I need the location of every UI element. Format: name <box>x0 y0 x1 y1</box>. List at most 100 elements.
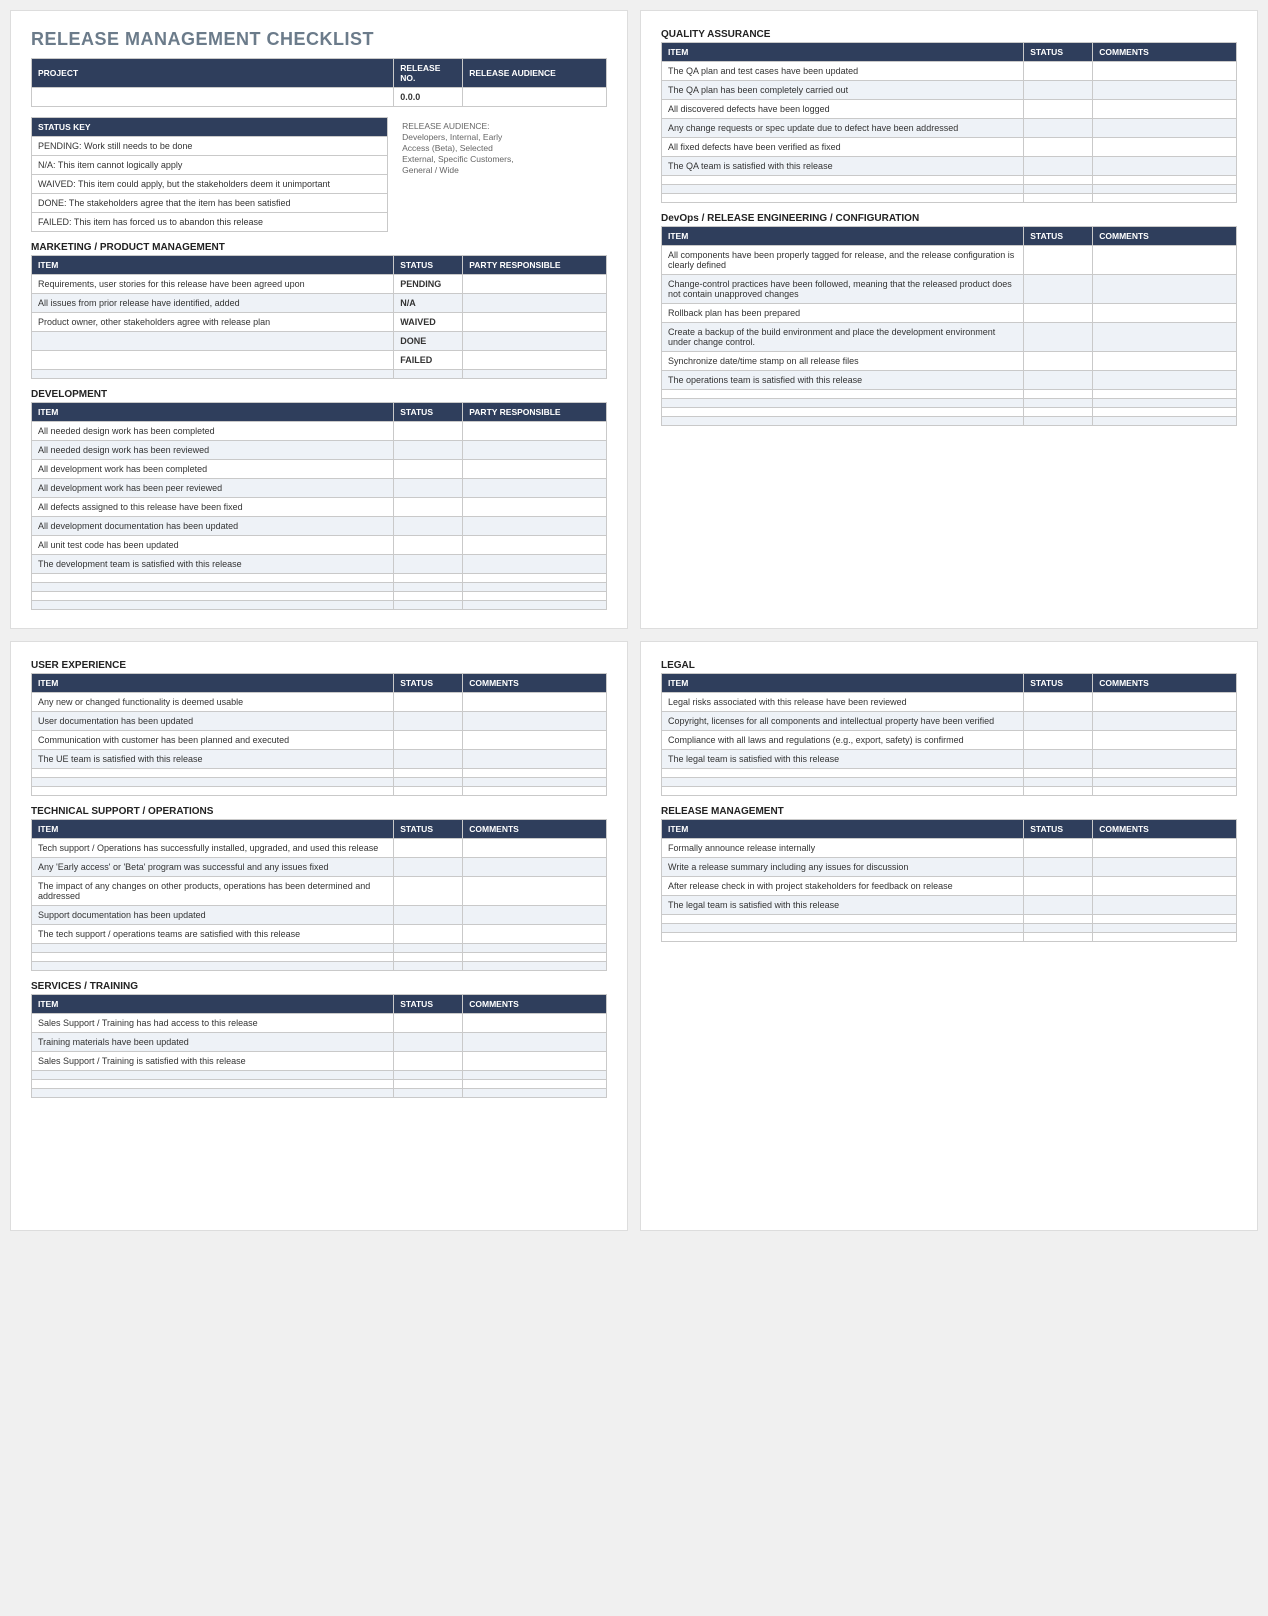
comments-cell[interactable] <box>1093 138 1237 157</box>
status-cell[interactable] <box>394 962 463 971</box>
party-cell[interactable] <box>463 517 607 536</box>
item-cell[interactable]: Any change requests or spec update due t… <box>662 119 1024 138</box>
status-cell[interactable] <box>394 517 463 536</box>
comments-cell[interactable] <box>463 778 607 787</box>
comments-cell[interactable] <box>463 925 607 944</box>
status-cell[interactable] <box>394 787 463 796</box>
item-cell[interactable]: Rollback plan has been prepared <box>662 304 1024 323</box>
item-cell[interactable] <box>32 787 394 796</box>
item-cell[interactable]: Change-control practices have been follo… <box>662 275 1024 304</box>
comments-cell[interactable] <box>463 693 607 712</box>
comments-cell[interactable] <box>1093 246 1237 275</box>
item-cell[interactable] <box>662 399 1024 408</box>
party-cell[interactable] <box>463 441 607 460</box>
comments-cell[interactable] <box>1093 915 1237 924</box>
status-cell[interactable] <box>394 479 463 498</box>
item-cell[interactable]: Requirements, user stories for this rele… <box>32 275 394 294</box>
item-cell[interactable] <box>662 408 1024 417</box>
comments-cell[interactable] <box>463 731 607 750</box>
party-cell[interactable] <box>463 574 607 583</box>
item-cell[interactable] <box>662 933 1024 942</box>
status-cell[interactable] <box>1024 185 1093 194</box>
item-cell[interactable] <box>32 1089 394 1098</box>
comments-cell[interactable] <box>463 712 607 731</box>
status-cell[interactable] <box>394 370 463 379</box>
status-cell[interactable] <box>394 712 463 731</box>
item-cell[interactable]: All components have been properly tagged… <box>662 246 1024 275</box>
comments-cell[interactable] <box>463 787 607 796</box>
item-cell[interactable]: Write a release summary including any is… <box>662 858 1024 877</box>
comments-cell[interactable] <box>1093 390 1237 399</box>
item-cell[interactable] <box>32 332 394 351</box>
comments-cell[interactable] <box>1093 194 1237 203</box>
status-cell[interactable] <box>1024 933 1093 942</box>
status-cell[interactable] <box>1024 408 1093 417</box>
status-cell[interactable] <box>1024 119 1093 138</box>
item-cell[interactable]: After release check in with project stak… <box>662 877 1024 896</box>
status-cell[interactable] <box>394 536 463 555</box>
comments-cell[interactable] <box>1093 896 1237 915</box>
status-cell[interactable] <box>394 498 463 517</box>
item-cell[interactable]: All development work has been completed <box>32 460 394 479</box>
comments-cell[interactable] <box>1093 712 1237 731</box>
item-cell[interactable]: Formally announce release internally <box>662 839 1024 858</box>
comments-cell[interactable] <box>1093 731 1237 750</box>
comments-cell[interactable] <box>1093 778 1237 787</box>
status-cell[interactable] <box>394 839 463 858</box>
status-cell[interactable] <box>394 592 463 601</box>
status-cell[interactable] <box>394 693 463 712</box>
item-cell[interactable] <box>32 944 394 953</box>
status-cell[interactable] <box>1024 157 1093 176</box>
comments-cell[interactable] <box>463 953 607 962</box>
comments-cell[interactable] <box>463 906 607 925</box>
item-cell[interactable]: Any new or changed functionality is deem… <box>32 693 394 712</box>
status-cell[interactable] <box>394 858 463 877</box>
status-cell[interactable] <box>394 877 463 906</box>
item-cell[interactable] <box>662 176 1024 185</box>
status-cell[interactable] <box>1024 371 1093 390</box>
status-cell[interactable] <box>1024 896 1093 915</box>
status-cell[interactable] <box>1024 275 1093 304</box>
comments-cell[interactable] <box>1093 877 1237 896</box>
item-cell[interactable] <box>662 390 1024 399</box>
item-cell[interactable] <box>32 370 394 379</box>
item-cell[interactable] <box>32 1071 394 1080</box>
status-cell[interactable] <box>1024 750 1093 769</box>
item-cell[interactable] <box>32 574 394 583</box>
party-cell[interactable] <box>463 479 607 498</box>
party-cell[interactable] <box>463 555 607 574</box>
status-cell[interactable] <box>394 574 463 583</box>
status-cell[interactable] <box>394 601 463 610</box>
item-cell[interactable]: Communication with customer has been pla… <box>32 731 394 750</box>
item-cell[interactable] <box>32 592 394 601</box>
release-no-cell[interactable]: 0.0.0 <box>394 88 463 107</box>
status-cell[interactable] <box>1024 858 1093 877</box>
comments-cell[interactable] <box>1093 371 1237 390</box>
status-cell[interactable] <box>394 750 463 769</box>
comments-cell[interactable] <box>1093 750 1237 769</box>
party-cell[interactable] <box>463 275 607 294</box>
comments-cell[interactable] <box>1093 787 1237 796</box>
comments-cell[interactable] <box>1093 839 1237 858</box>
comments-cell[interactable] <box>463 877 607 906</box>
release-audience-cell[interactable] <box>463 88 607 107</box>
item-cell[interactable]: All fixed defects have been verified as … <box>662 138 1024 157</box>
item-cell[interactable] <box>32 769 394 778</box>
status-cell[interactable] <box>394 1080 463 1089</box>
status-cell[interactable] <box>1024 323 1093 352</box>
status-cell[interactable]: N/A <box>394 294 463 313</box>
status-cell[interactable] <box>1024 399 1093 408</box>
party-cell[interactable] <box>463 601 607 610</box>
item-cell[interactable]: Product owner, other stakeholders agree … <box>32 313 394 332</box>
item-cell[interactable]: All defects assigned to this release hav… <box>32 498 394 517</box>
comments-cell[interactable] <box>1093 769 1237 778</box>
item-cell[interactable] <box>32 1080 394 1089</box>
comments-cell[interactable] <box>463 1033 607 1052</box>
comments-cell[interactable] <box>1093 399 1237 408</box>
item-cell[interactable]: User documentation has been updated <box>32 712 394 731</box>
item-cell[interactable]: The UE team is satisfied with this relea… <box>32 750 394 769</box>
item-cell[interactable] <box>662 194 1024 203</box>
status-cell[interactable] <box>394 583 463 592</box>
comments-cell[interactable] <box>1093 100 1237 119</box>
comments-cell[interactable] <box>463 858 607 877</box>
